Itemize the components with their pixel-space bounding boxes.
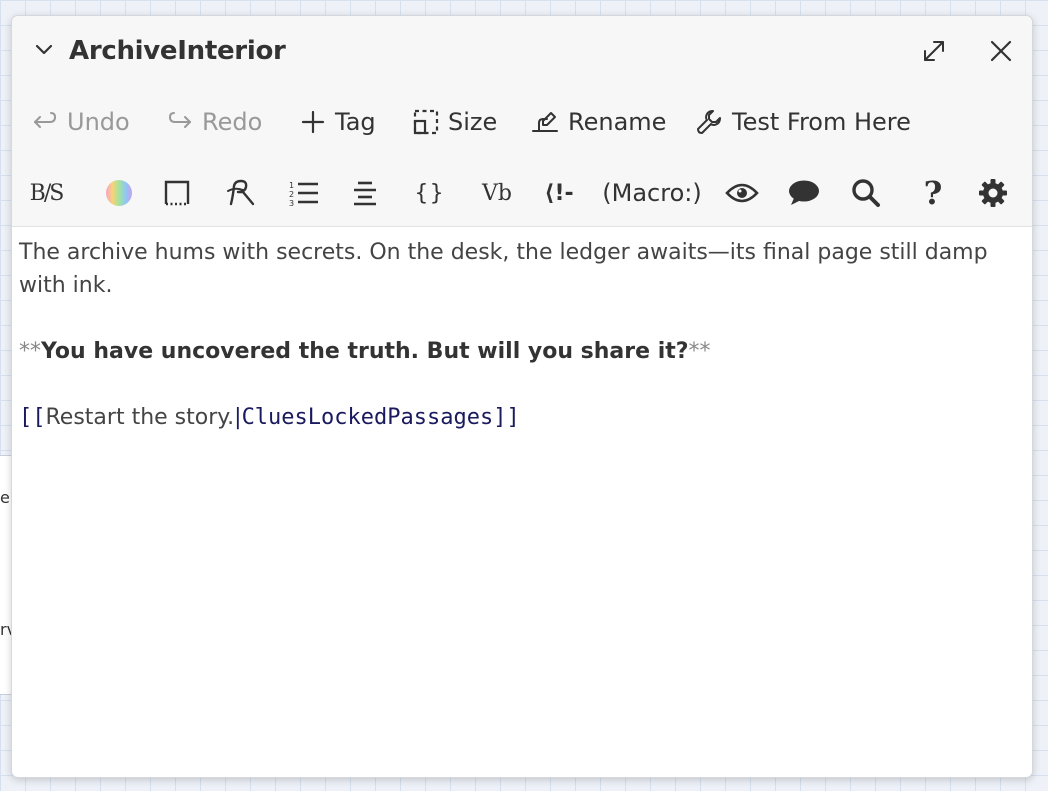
wrench-icon	[697, 110, 721, 134]
redo-icon	[168, 112, 191, 128]
link-target: CluesLockedPassages	[241, 405, 494, 430]
link-separator: |	[234, 405, 242, 430]
bold-markup-open: **	[19, 339, 41, 364]
font-style-button[interactable]	[222, 171, 262, 215]
undo-button[interactable]: Undo	[32, 102, 130, 142]
passage-text-editor[interactable]: The archive hums with secrets. On the de…	[19, 236, 1019, 434]
test-from-here-label: Test From Here	[732, 108, 911, 136]
bold-markup-close: **	[688, 339, 711, 364]
passage-bold-line: **You have uncovered the truth. But will…	[19, 335, 1019, 368]
dialog-title: ArchiveInterior	[69, 36, 286, 66]
svg-text:3: 3	[289, 199, 294, 207]
find-button[interactable]	[848, 171, 884, 215]
redo-label: Redo	[202, 108, 263, 136]
verbatim-button[interactable]: Vb	[476, 171, 518, 215]
comment-bubble-button[interactable]	[786, 171, 822, 215]
link-close-brackets: ]]	[493, 405, 520, 430]
comment-button[interactable]: ⟨!-	[538, 171, 580, 215]
braces-icon: {}	[414, 180, 446, 206]
undo-icon	[34, 112, 57, 128]
link-open-brackets: [[	[19, 405, 46, 430]
rename-icon	[532, 112, 558, 132]
dialog-header: ArchiveInterior Undo Redo Tag Size Renam…	[12, 16, 1032, 227]
preview-button[interactable]	[724, 171, 760, 215]
align-button[interactable]	[348, 171, 382, 215]
passage-edit-dialog: ArchiveInterior Undo Redo Tag Size Renam…	[11, 15, 1033, 778]
verbatim-icon: Vb	[482, 180, 512, 206]
svg-text:2: 2	[289, 190, 294, 199]
list-button[interactable]: 1 2 3	[286, 171, 322, 215]
bold-strike-icon: B/S	[29, 180, 65, 206]
test-from-here-button[interactable]: Test From Here	[695, 102, 911, 142]
code-button[interactable]: {}	[412, 171, 448, 215]
align-center-icon	[354, 181, 376, 206]
plus-icon	[301, 110, 325, 134]
numbered-list-icon: 1 2 3	[289, 181, 318, 207]
background-passage-text: e	[0, 488, 10, 507]
resize-icon	[413, 109, 439, 135]
redo-button[interactable]: Redo	[167, 102, 262, 142]
passage-link-line: [[Restart the story.|CluesLockedPassages…	[19, 401, 1019, 434]
link-text: Restart the story.	[45, 405, 235, 430]
passage-paragraph: The archive hums with secrets. On the de…	[19, 240, 988, 298]
help-button[interactable]: ?	[916, 171, 950, 215]
passage-toolbar: Undo Redo Tag Size Rename Test From Here	[12, 102, 1032, 142]
eye-icon	[725, 183, 759, 203]
comment-markup-icon: ⟨!-	[544, 180, 574, 206]
bold-strike-button[interactable]: B/S	[23, 171, 69, 215]
macro-label: (Macro:)	[602, 179, 702, 207]
rename-button[interactable]: Rename	[531, 102, 666, 142]
dialog-titlebar: ArchiveInterior	[12, 16, 1032, 86]
border-icon	[164, 180, 190, 206]
close-icon[interactable]	[989, 39, 1013, 63]
expand-icon[interactable]	[920, 37, 948, 65]
add-tag-button[interactable]: Tag	[300, 102, 376, 142]
svg-text:1: 1	[289, 181, 294, 190]
chevron-down-icon[interactable]	[34, 40, 54, 60]
settings-button[interactable]	[976, 171, 1010, 215]
bold-text: You have uncovered the truth. But will y…	[41, 339, 689, 364]
undo-label: Undo	[67, 108, 130, 136]
border-button[interactable]	[160, 171, 194, 215]
speech-bubble-icon	[789, 180, 819, 205]
macro-button[interactable]: (Macro:)	[602, 171, 702, 215]
font-style-icon	[227, 179, 255, 206]
format-toolbar: B/S 1 2 3 {} Vb ⟨!- (Macro:) ?	[12, 171, 1032, 215]
search-icon	[852, 179, 880, 207]
rainbow-color-icon	[106, 180, 132, 206]
color-button[interactable]	[102, 171, 136, 215]
tag-label: Tag	[335, 108, 376, 136]
help-icon: ?	[923, 174, 943, 212]
gear-icon	[979, 179, 1007, 207]
size-label: Size	[448, 108, 498, 136]
rename-label: Rename	[568, 108, 667, 136]
size-button[interactable]: Size	[413, 102, 497, 142]
